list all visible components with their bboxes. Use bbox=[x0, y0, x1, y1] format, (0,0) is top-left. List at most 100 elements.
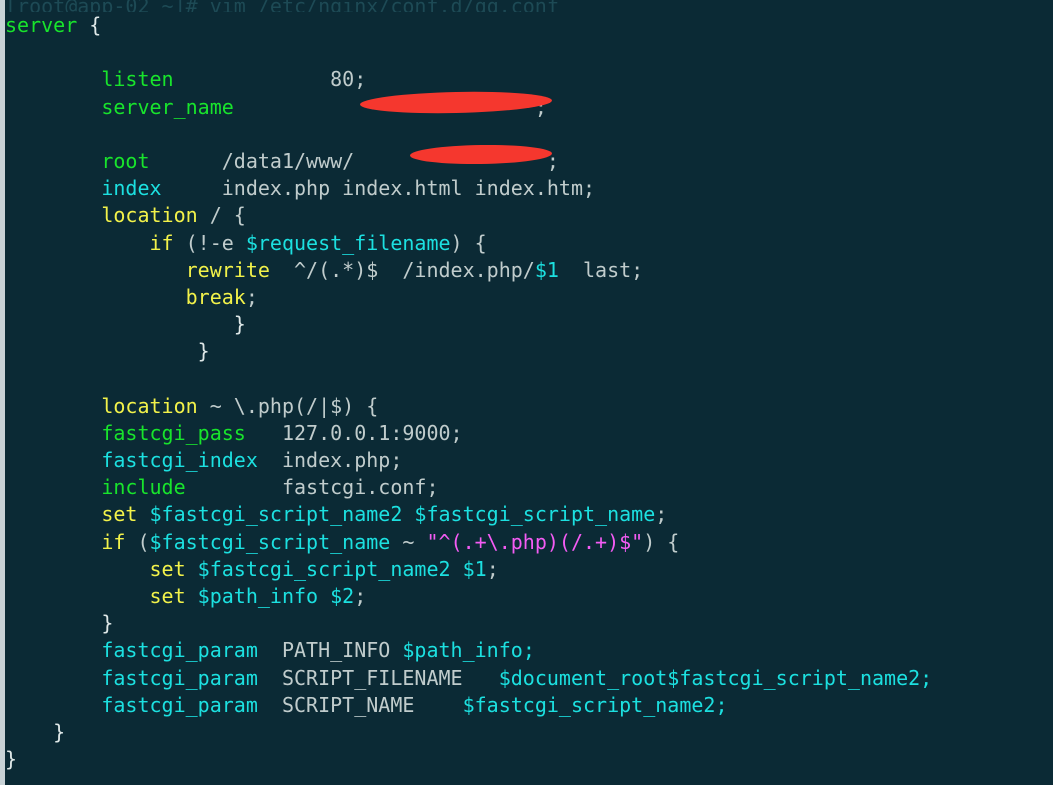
server-name-value: ; bbox=[318, 94, 547, 119]
directive-break: break bbox=[185, 284, 246, 309]
if-open-paren: (!-e bbox=[173, 230, 246, 255]
param-1-semicolon: ; bbox=[522, 638, 535, 663]
code-line-location-root: location / { bbox=[5, 202, 1053, 229]
set-1-space-2 bbox=[402, 502, 414, 526]
param-1-pad bbox=[258, 638, 282, 662]
directive-listen: listen bbox=[101, 67, 174, 92]
code-line-include: include fastcgi.conf; bbox=[5, 474, 1053, 501]
code-line-blank-3 bbox=[5, 365, 1053, 392]
code-line-index: index index.php index.html index.htm; bbox=[5, 175, 1053, 202]
server-name-pad bbox=[234, 95, 318, 119]
shell-prompt-text: [root@app-02 ~]# vim /etc/nginx/conf.d/q… bbox=[5, 0, 559, 12]
var-request-filename: $request_filename bbox=[245, 230, 451, 255]
param-2-semicolon: ; bbox=[920, 665, 933, 690]
directive-fastcgi-pass: fastcgi_pass bbox=[101, 420, 246, 445]
kw-set-3: set bbox=[149, 583, 186, 608]
code-line-fastcgi-index: fastcgi_index index.php; bbox=[5, 447, 1053, 474]
param-3-name: SCRIPT_NAME bbox=[281, 692, 463, 717]
set-1-semicolon: ; bbox=[655, 502, 668, 527]
set-3-semicolon: ; bbox=[354, 583, 367, 608]
var-fastcgi-script-name2-a: $fastcgi_script_name2 bbox=[149, 502, 403, 527]
directive-fastcgi-param-2: fastcgi_param bbox=[101, 665, 258, 690]
if-2-open-paren: ( bbox=[125, 529, 150, 554]
code-line-break: break; bbox=[5, 284, 1053, 311]
code-line-root: root /data1/www/ ; bbox=[5, 148, 1053, 175]
code-line-close-if-2: } bbox=[5, 610, 1053, 637]
directive-location-php: location bbox=[101, 393, 198, 418]
code-line-rewrite: rewrite ^/(.*)$ /index.php/$1 last; bbox=[5, 257, 1053, 284]
break-semicolon: ; bbox=[245, 284, 258, 309]
brace-close-location-php: } bbox=[53, 719, 66, 744]
if-close-paren: ) { bbox=[450, 230, 487, 255]
code-line-location-php: location ~ \.php(/|$) { bbox=[5, 393, 1053, 420]
include-value: fastcgi.conf; bbox=[281, 475, 439, 500]
brace-open-server: { bbox=[77, 13, 102, 37]
kw-server: server bbox=[5, 13, 78, 37]
code-line-server: server { bbox=[5, 12, 1053, 39]
code-line-set-script-name2-capture: set $fastcgi_script_name2 $1; bbox=[5, 556, 1053, 583]
root-pad bbox=[150, 149, 222, 173]
var-capture-1: $1 bbox=[534, 257, 559, 282]
fastcgi-index-value: index.php; bbox=[281, 448, 403, 472]
code-line-param-script-filename: fastcgi_param SCRIPT_FILENAME $document_… bbox=[5, 665, 1053, 692]
index-pad bbox=[162, 176, 222, 200]
listen-pad bbox=[174, 67, 331, 91]
kw-if-2: if bbox=[101, 529, 126, 554]
location-root-rest: / { bbox=[197, 203, 246, 228]
fastcgi-index-pad bbox=[258, 448, 282, 472]
root-value-tail: ; bbox=[354, 148, 559, 173]
set-3-space-2 bbox=[318, 584, 330, 608]
rewrite-pattern: ^/(.*)$ /index.php/ bbox=[269, 257, 535, 282]
set-2-space bbox=[186, 557, 198, 581]
brace-close-if-2: } bbox=[101, 611, 114, 636]
fastcgi-pass-value: 127.0.0.1:9000; bbox=[281, 420, 463, 445]
code-line-if-request-filename: if (!-e $request_filename) { bbox=[5, 230, 1053, 257]
code-line-close-server: } bbox=[5, 746, 1053, 773]
var-capture-2: $2 bbox=[330, 583, 355, 608]
directive-fastcgi-param-1: fastcgi_param bbox=[101, 638, 258, 663]
root-value: /data1/www/ bbox=[221, 148, 355, 173]
code-line-close-if: } bbox=[5, 311, 1053, 338]
regex-string-literal: "^(.+\.php)(/.+)$" bbox=[426, 529, 644, 554]
set-2-semicolon: ; bbox=[486, 556, 499, 581]
set-1-space bbox=[137, 502, 149, 526]
brace-close-server: } bbox=[5, 747, 18, 772]
code-line-set-script-name2: set $fastcgi_script_name2 $fastcgi_scrip… bbox=[5, 501, 1053, 528]
var-document-root-script-name2: $document_root$fastcgi_script_name2 bbox=[498, 665, 921, 690]
index-value: index.php index.html index.htm; bbox=[221, 176, 596, 201]
param-3-semicolon: ; bbox=[715, 692, 728, 717]
var-fastcgi-script-name-a: $fastcgi_script_name bbox=[414, 502, 656, 527]
code-line-fastcgi-pass: fastcgi_pass 127.0.0.1:9000; bbox=[5, 420, 1053, 447]
kw-if: if bbox=[149, 230, 174, 255]
shell-prompt-line: [root@app-02 ~]# vim /etc/nginx/conf.d/q… bbox=[5, 0, 1053, 12]
code-line-listen: listen 80; bbox=[5, 66, 1053, 93]
code-line-if-script-name-regex: if ($fastcgi_script_name ~ "^(.+\.php)(/… bbox=[5, 529, 1053, 556]
param-2-name: SCRIPT_FILENAME bbox=[281, 665, 499, 690]
brace-close-location-root: } bbox=[197, 339, 210, 364]
location-php-rest: ~ \.php(/|$) { bbox=[197, 393, 379, 418]
terminal-screen[interactable]: [root@app-02 ~]# vim /etc/nginx/conf.d/q… bbox=[5, 0, 1053, 785]
directive-root: root bbox=[101, 148, 150, 173]
var-path-info-a: $path_info bbox=[197, 583, 319, 608]
code-line-close-location-root: } bbox=[5, 338, 1053, 365]
var-fastcgi-script-name2-b: $fastcgi_script_name2 bbox=[197, 556, 451, 581]
rewrite-flag: last; bbox=[558, 257, 644, 282]
listen-value: 80; bbox=[330, 67, 367, 92]
directive-location: location bbox=[101, 203, 198, 228]
code-line-blank-2 bbox=[5, 121, 1053, 148]
kw-set-1: set bbox=[101, 502, 138, 527]
var-path-info-b: $path_info bbox=[402, 638, 523, 663]
fastcgi-pass-pad bbox=[246, 421, 282, 445]
param-1-name: PATH_INFO bbox=[281, 638, 403, 663]
directive-index: index bbox=[101, 176, 162, 201]
param-3-pad bbox=[258, 693, 282, 717]
directive-server-name: server_name bbox=[101, 94, 234, 119]
var-fastcgi-script-name2-c: $fastcgi_script_name2 bbox=[462, 692, 716, 717]
directive-fastcgi-index: fastcgi_index bbox=[101, 448, 258, 472]
code-line-set-path-info: set $path_info $2; bbox=[5, 583, 1053, 610]
directive-include: include bbox=[101, 475, 186, 500]
set-3-space bbox=[186, 584, 198, 608]
code-line-close-location-php: } bbox=[5, 719, 1053, 746]
brace-close-if: } bbox=[233, 312, 246, 337]
if-2-tilde-operator: ~ bbox=[390, 529, 427, 554]
